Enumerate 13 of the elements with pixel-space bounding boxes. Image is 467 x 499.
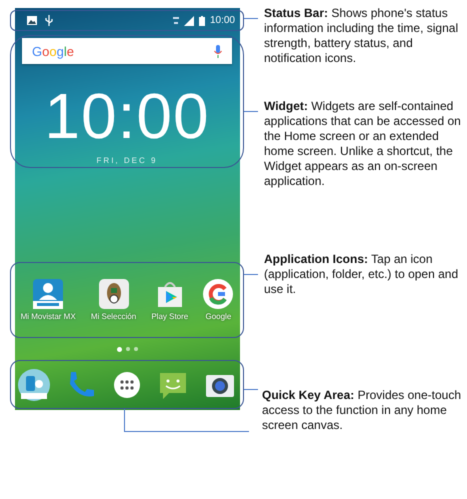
clock-time: 10:00	[44, 84, 210, 148]
google-logo: Google	[32, 44, 74, 58]
status-time: 10:00	[210, 15, 235, 26]
annotation-text: Quick Key Area: Provides one-touch access to the function in any home screen canvas.	[262, 388, 462, 433]
search-bar[interactable]: Google	[22, 38, 232, 64]
app-label[interactable]: Google	[205, 312, 232, 321]
annotation-text: Status Bar: Shows phone's status information including the time, signal strength, battery status, and notification icons.	[264, 6, 460, 66]
annotation-text: Application Icons: Tap an icon (application, folder, etc.) to open and use it.	[264, 252, 460, 297]
annotation-text: Widget: Widgets are self-contained applications that can be accessed on the Home screen or an extended home screen. Unlike a shortcut, the Widget appears as an on-screen application.	[264, 99, 462, 189]
app-label[interactable]: Play Store	[151, 312, 188, 321]
app-label[interactable]: Mi Movistar MX	[20, 312, 76, 321]
app-label[interactable]: Mi Selección	[90, 312, 136, 321]
clock-date: FRI, DEC 9	[96, 156, 158, 165]
